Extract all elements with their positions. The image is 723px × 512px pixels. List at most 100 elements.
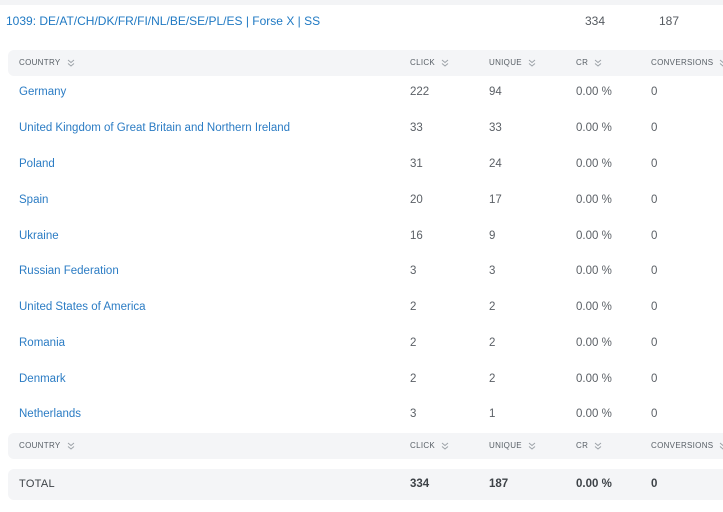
conversions-value: 0 <box>651 265 658 277</box>
conversions-value: 0 <box>651 86 658 98</box>
table-header: COUNTRY CLICK UNIQUE CR CONVERSIONS <box>8 50 723 76</box>
total-row: TOTAL 334 187 0.00 % 0 <box>8 469 723 500</box>
sort-chevron-down-icon[interactable] <box>528 442 536 450</box>
column-header-label: COUNTRY <box>19 441 61 450</box>
column-header-label: CLICK <box>410 58 436 67</box>
conversions-value: 0 <box>651 194 658 206</box>
unique-value: 2 <box>489 337 496 349</box>
sort-chevron-down-icon[interactable] <box>594 59 602 67</box>
click-value: 2 <box>410 301 417 313</box>
sort-chevron-down-icon[interactable] <box>441 59 449 67</box>
click-value: 31 <box>410 158 423 170</box>
conversions-value: 0 <box>651 408 658 420</box>
total-cr: 0.00 % <box>576 478 612 490</box>
conversions-value: 0 <box>651 230 658 242</box>
click-value: 222 <box>410 86 430 98</box>
conversions-value: 0 <box>651 301 658 313</box>
table-row: Netherlands 3 1 0.00 % 0 <box>8 396 723 432</box>
cr-value: 0.00 % <box>576 265 612 277</box>
cr-value: 0.00 % <box>576 408 612 420</box>
click-value: 33 <box>410 122 423 134</box>
sort-chevron-down-icon[interactable] <box>719 442 723 450</box>
conversions-value: 0 <box>651 373 658 385</box>
table-row: Romania 2 2 0.00 % 0 <box>8 325 723 361</box>
column-header-click[interactable]: CLICK <box>410 58 449 67</box>
country-link[interactable]: Poland <box>19 146 55 182</box>
country-link[interactable]: Romania <box>19 325 65 361</box>
country-link[interactable]: Russian Federation <box>19 253 119 289</box>
cr-value: 0.00 % <box>576 230 612 242</box>
column-header-cr[interactable]: CR <box>576 441 602 450</box>
campaign-row[interactable]: 1039: DE/AT/CH/DK/FR/FI/NL/BE/SE/PL/ES |… <box>0 5 723 39</box>
table-row: United States of America 2 2 0.00 % 0 <box>8 289 723 325</box>
table-footer-header: COUNTRY CLICK UNIQUE CR CONVERSIONS <box>8 433 723 459</box>
total-conversions: 0 <box>651 478 658 490</box>
table-row: Spain 20 17 0.00 % 0 <box>8 182 723 218</box>
cr-value: 0.00 % <box>576 194 612 206</box>
cr-value: 0.00 % <box>576 158 612 170</box>
country-link[interactable]: Spain <box>19 182 48 218</box>
column-header-unique[interactable]: UNIQUE <box>489 58 536 67</box>
sort-chevron-down-icon[interactable] <box>67 59 75 67</box>
unique-value: 2 <box>489 373 496 385</box>
column-header-label: CR <box>576 58 589 67</box>
unique-value: 33 <box>489 122 502 134</box>
click-value: 2 <box>410 373 417 385</box>
total-click: 334 <box>410 478 430 490</box>
column-header-label: COUNTRY <box>19 58 61 67</box>
country-link[interactable]: United Kingdom of Great Britain and Nort… <box>19 110 290 146</box>
sort-chevron-down-icon[interactable] <box>719 59 723 67</box>
column-header-unique[interactable]: UNIQUE <box>489 441 536 450</box>
unique-value: 2 <box>489 301 496 313</box>
column-header-click[interactable]: CLICK <box>410 441 449 450</box>
click-value: 3 <box>410 265 417 277</box>
country-link[interactable]: Denmark <box>19 361 66 397</box>
cr-value: 0.00 % <box>576 337 612 349</box>
column-header-label: CONVERSIONS <box>651 441 714 450</box>
conversions-value: 0 <box>651 158 658 170</box>
campaign-click-total: 334 <box>585 14 606 28</box>
total-unique: 187 <box>489 478 509 490</box>
unique-value: 1 <box>489 408 496 420</box>
unique-value: 9 <box>489 230 496 242</box>
sort-chevron-down-icon[interactable] <box>67 442 75 450</box>
campaign-unique-total: 187 <box>659 14 680 28</box>
column-header-country[interactable]: COUNTRY <box>19 58 75 67</box>
table-row: Ukraine 16 9 0.00 % 0 <box>8 218 723 254</box>
column-header-cr[interactable]: CR <box>576 58 602 67</box>
table-row: Denmark 2 2 0.00 % 0 <box>8 361 723 397</box>
sort-chevron-down-icon[interactable] <box>528 59 536 67</box>
table-row: Russian Federation 3 3 0.00 % 0 <box>8 253 723 289</box>
click-value: 20 <box>410 194 423 206</box>
table-row: United Kingdom of Great Britain and Nort… <box>8 110 723 146</box>
click-value: 2 <box>410 337 417 349</box>
column-header-label: UNIQUE <box>489 58 522 67</box>
unique-value: 3 <box>489 265 496 277</box>
country-link[interactable]: United States of America <box>19 289 146 325</box>
unique-value: 17 <box>489 194 502 206</box>
sort-chevron-down-icon[interactable] <box>441 442 449 450</box>
cr-value: 0.00 % <box>576 301 612 313</box>
campaign-title-link[interactable]: 1039: DE/AT/CH/DK/FR/FI/NL/BE/SE/PL/ES |… <box>6 14 320 28</box>
country-link[interactable]: Germany <box>19 74 66 110</box>
conversions-value: 0 <box>651 122 658 134</box>
cr-value: 0.00 % <box>576 373 612 385</box>
click-value: 3 <box>410 408 417 420</box>
table-row: Germany 222 94 0.00 % 0 <box>8 74 723 110</box>
sort-chevron-down-icon[interactable] <box>594 442 602 450</box>
conversions-value: 0 <box>651 337 658 349</box>
table-row: Poland 31 24 0.00 % 0 <box>8 146 723 182</box>
country-link[interactable]: Ukraine <box>19 218 59 254</box>
column-header-conversions[interactable]: CONVERSIONS <box>651 441 723 450</box>
column-header-conversions[interactable]: CONVERSIONS <box>651 58 723 67</box>
column-header-label: CONVERSIONS <box>651 58 714 67</box>
total-label: TOTAL <box>19 478 55 490</box>
cr-value: 0.00 % <box>576 86 612 98</box>
click-value: 16 <box>410 230 423 242</box>
unique-value: 94 <box>489 86 502 98</box>
column-header-label: UNIQUE <box>489 441 522 450</box>
cr-value: 0.00 % <box>576 122 612 134</box>
column-header-country[interactable]: COUNTRY <box>19 441 75 450</box>
country-link[interactable]: Netherlands <box>19 396 81 432</box>
column-header-label: CLICK <box>410 441 436 450</box>
